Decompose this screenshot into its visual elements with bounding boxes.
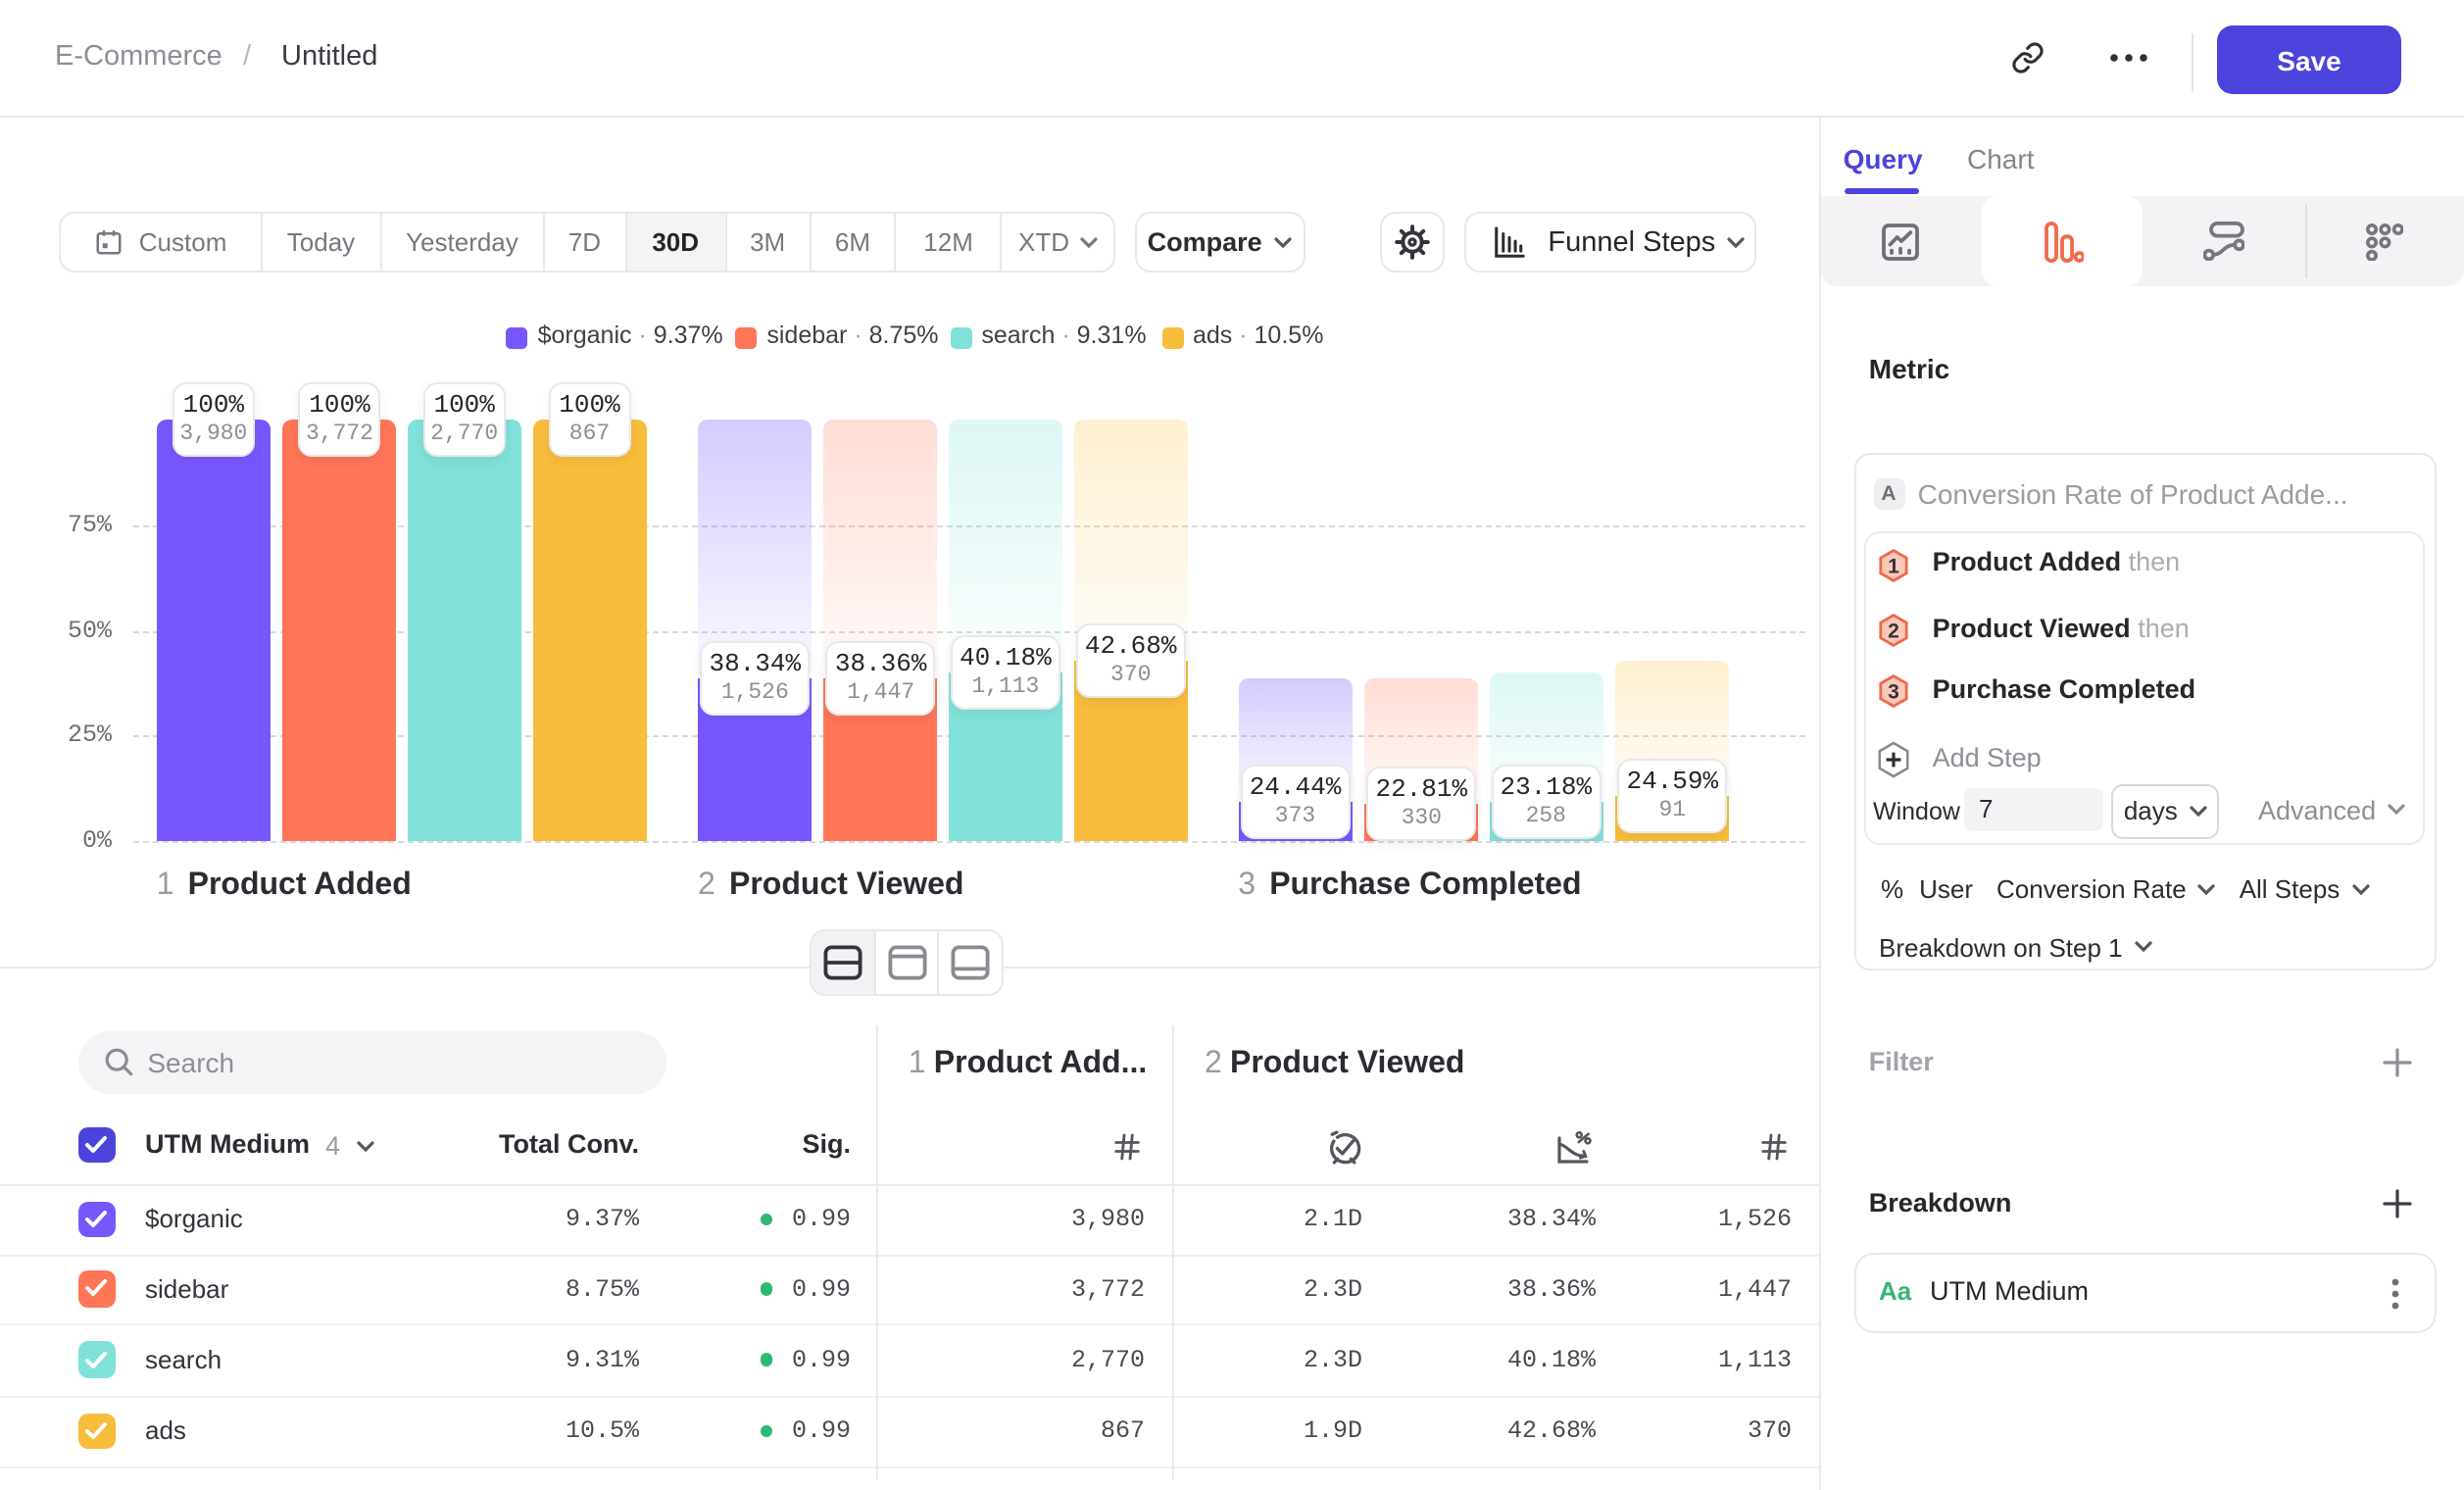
svg-text:2: 2 xyxy=(1889,620,1900,642)
svg-text:1: 1 xyxy=(1889,554,1900,576)
svg-text:3: 3 xyxy=(1889,680,1900,703)
